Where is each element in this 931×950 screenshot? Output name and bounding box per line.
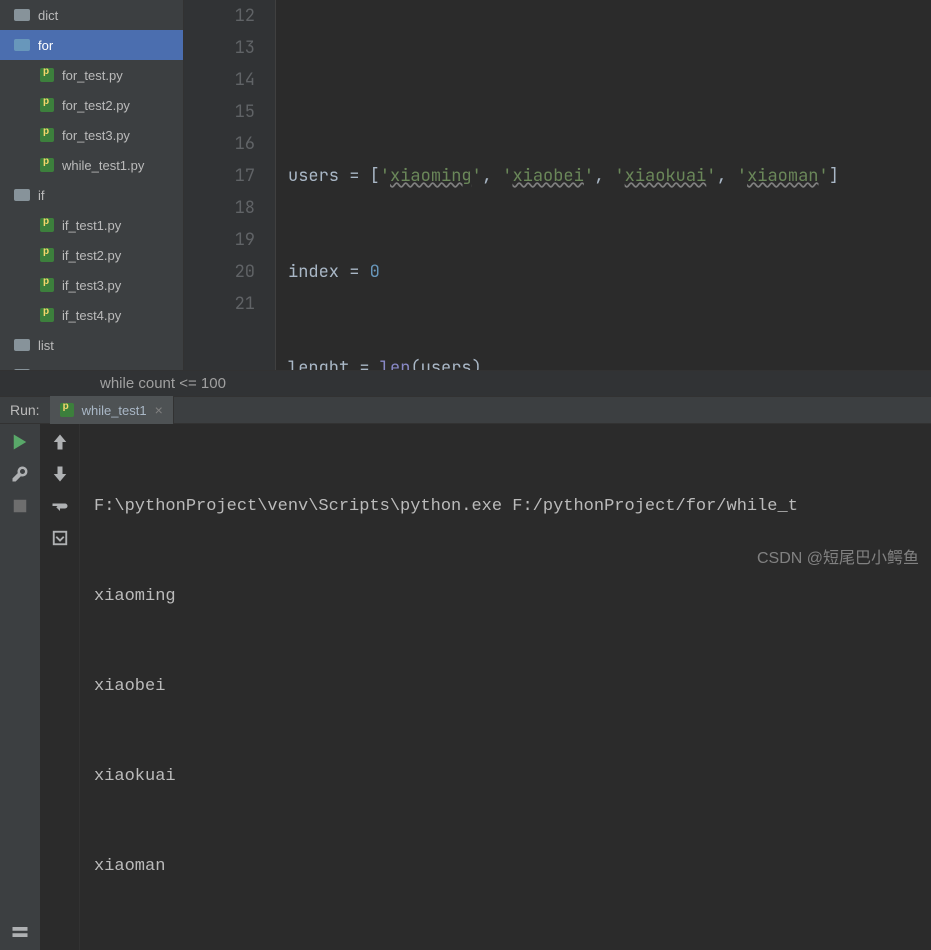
- watermark: CSDN @短尾巴小鳄鱼: [757, 544, 919, 568]
- console-line: xiaoming: [94, 582, 917, 612]
- arrow-down-icon[interactable]: [50, 464, 70, 484]
- folder-icon: [14, 339, 30, 351]
- tree-folder-if[interactable]: if: [0, 180, 183, 210]
- file-tree[interactable]: dict for for_test.py for_test2.py for_te…: [0, 0, 184, 370]
- run-tab-label: while_test1: [82, 403, 147, 418]
- breadcrumb: while count <= 100: [0, 370, 931, 396]
- tree-file[interactable]: for_test3.py: [0, 120, 183, 150]
- folder-icon: [14, 39, 30, 51]
- run-toolbar-left: [0, 424, 40, 950]
- code-area[interactable]: users = ['xiaoming', 'xiaobei', 'xiaokua…: [276, 0, 931, 370]
- tree-file[interactable]: while_test1.py: [0, 150, 183, 180]
- python-file-icon: [40, 97, 56, 113]
- python-file-icon: [40, 247, 56, 263]
- python-file-icon: [60, 402, 76, 418]
- folder-icon: [14, 189, 30, 201]
- stop-icon[interactable]: [10, 496, 30, 516]
- console-line: xiaoman: [94, 852, 917, 882]
- folder-icon: [14, 369, 30, 370]
- run-label: Run:: [0, 402, 50, 418]
- python-file-icon: [40, 307, 56, 323]
- tree-folder-list[interactable]: list: [0, 330, 183, 360]
- tree-folder-set[interactable]: set: [0, 360, 183, 370]
- tree-file[interactable]: if_test4.py: [0, 300, 183, 330]
- python-file-icon: [40, 277, 56, 293]
- run-panel-header: Run: while_test1 ×: [0, 396, 931, 424]
- tree-file[interactable]: for_test2.py: [0, 90, 183, 120]
- tree-folder-dict[interactable]: dict: [0, 0, 183, 30]
- run-tab[interactable]: while_test1 ×: [50, 396, 174, 424]
- tree-file[interactable]: for_test.py: [0, 60, 183, 90]
- console-line: xiaobei: [94, 672, 917, 702]
- python-file-icon: [40, 67, 56, 83]
- layout-icon[interactable]: [10, 922, 30, 942]
- python-file-icon: [40, 157, 56, 173]
- folder-icon: [14, 9, 30, 21]
- python-file-icon: [40, 127, 56, 143]
- tree-file[interactable]: if_test1.py: [0, 210, 183, 240]
- tree-file[interactable]: if_test3.py: [0, 270, 183, 300]
- wrench-icon[interactable]: [10, 464, 30, 484]
- code-editor[interactable]: 12 13 14 15 16 17 18 19 20 21 users = ['…: [184, 0, 931, 370]
- tree-file[interactable]: if_test2.py: [0, 240, 183, 270]
- run-icon[interactable]: [10, 432, 30, 452]
- arrow-up-icon[interactable]: [50, 432, 70, 452]
- tree-folder-for[interactable]: for: [0, 30, 183, 60]
- console-line: xiaokuai: [94, 762, 917, 792]
- console-line: F:\pythonProject\venv\Scripts\python.exe…: [94, 492, 917, 522]
- soft-wrap-icon[interactable]: [50, 496, 70, 516]
- close-icon[interactable]: ×: [155, 402, 163, 418]
- python-file-icon: [40, 217, 56, 233]
- console-output[interactable]: F:\pythonProject\venv\Scripts\python.exe…: [80, 424, 931, 950]
- line-number-gutter: 12 13 14 15 16 17 18 19 20 21: [184, 0, 276, 370]
- run-toolbar-inner: [40, 424, 80, 950]
- scroll-to-end-icon[interactable]: [50, 528, 70, 548]
